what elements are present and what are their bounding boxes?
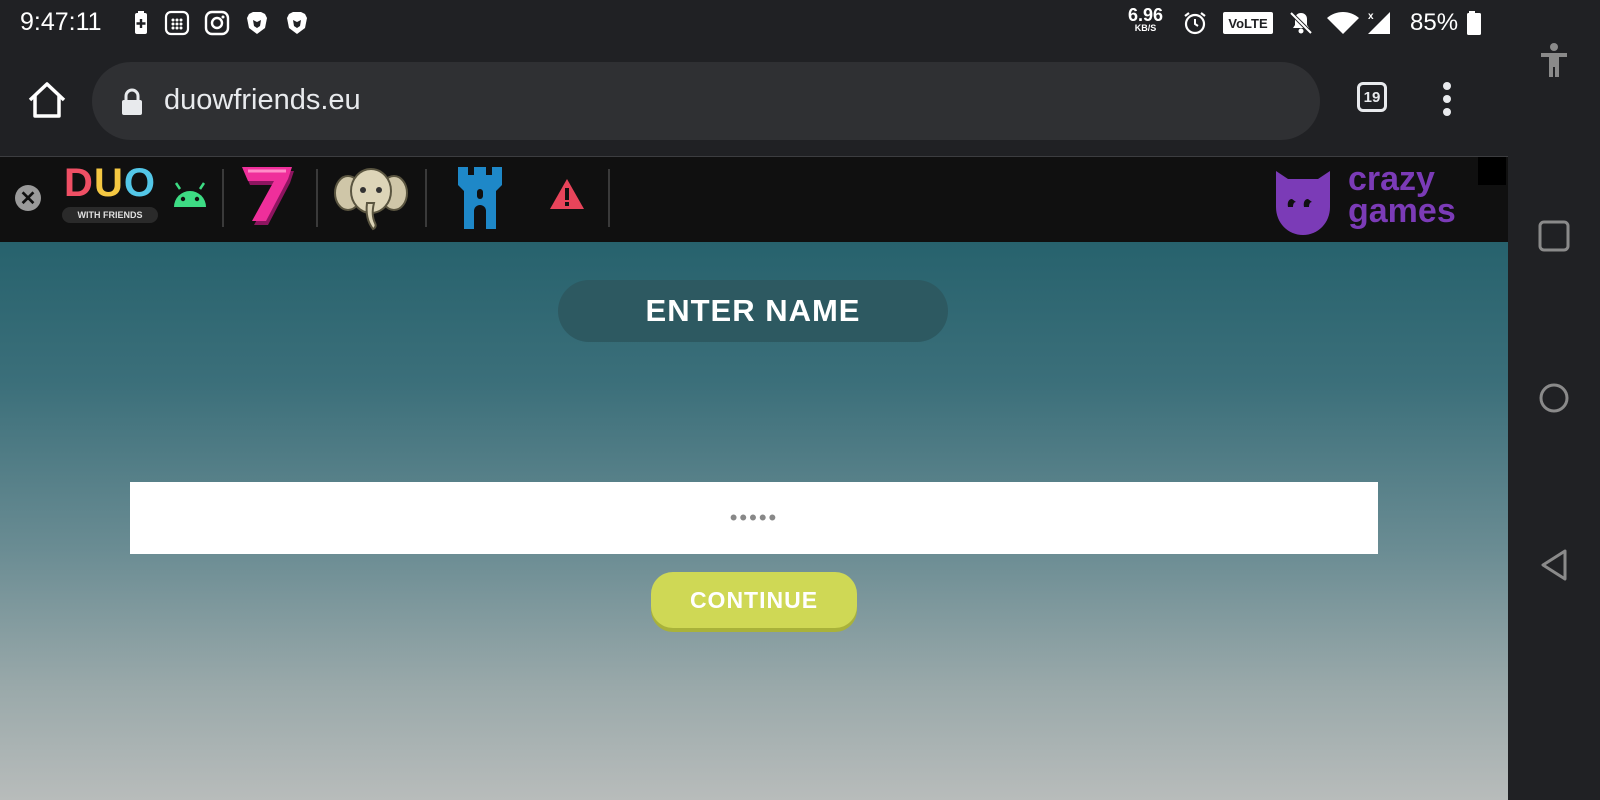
signal-icon: x xyxy=(1368,11,1390,34)
crazy-games-logo[interactable]: crazy games xyxy=(1270,160,1480,237)
volte-icon: VoLTE xyxy=(1223,12,1273,34)
crazy-games-wordmark: crazy games xyxy=(1348,160,1456,230)
warning-icon[interactable] xyxy=(548,177,586,211)
close-nav-icon[interactable]: ✕ xyxy=(15,185,41,211)
crazy-games-mascot-icon xyxy=(1276,171,1330,235)
nav-separator xyxy=(608,169,610,227)
home-icon[interactable] xyxy=(24,78,70,124)
battery-saver-icon xyxy=(135,11,147,34)
nav-separator xyxy=(316,169,318,227)
recent-apps-icon[interactable] xyxy=(1538,220,1570,252)
address-bar[interactable]: duowfriends.eu xyxy=(92,62,1320,140)
instagram-icon xyxy=(204,10,230,36)
logo-letter-u: U xyxy=(93,161,124,205)
browser-toolbar: duowfriends.eu 19 xyxy=(0,48,1508,158)
logo-subtitle: WITH FRIENDS xyxy=(62,207,158,223)
android-icon[interactable] xyxy=(170,179,210,211)
logo-letter-d: D xyxy=(64,161,94,205)
game-canvas: ENTER NAME CONTINUE xyxy=(0,242,1508,800)
calculator-icon xyxy=(164,10,190,36)
nav-separator xyxy=(222,169,224,227)
slot-seven-icon[interactable] xyxy=(240,165,298,229)
name-input[interactable] xyxy=(130,482,1378,554)
castle-tower-icon[interactable] xyxy=(454,165,506,231)
accessibility-icon[interactable] xyxy=(1538,42,1570,78)
battery-icon xyxy=(1467,11,1481,35)
back-icon[interactable] xyxy=(1538,548,1570,582)
network-speed: 6.96 KB/S xyxy=(1128,5,1164,33)
home-nav-icon[interactable] xyxy=(1538,382,1570,414)
brave-icon xyxy=(247,12,267,34)
wifi-icon xyxy=(1327,12,1359,34)
corner-block xyxy=(1478,157,1506,185)
logo-letter-o: O xyxy=(123,161,156,205)
android-navigation-bar xyxy=(1508,0,1600,800)
svg-text:x: x xyxy=(1368,11,1374,22)
url-text[interactable]: duowfriends.eu xyxy=(164,84,361,117)
elephant-icon[interactable] xyxy=(334,163,408,233)
lock-icon xyxy=(122,88,142,115)
battery-percent: 85% xyxy=(1410,9,1459,36)
duo-with-friends-logo[interactable]: DUO WITH FRIENDS xyxy=(60,163,160,227)
site-navigation-bar: ✕ DUO WITH FRIENDS crazy games xyxy=(0,157,1508,242)
status-bar: 9:47:11 6.96 KB/S VoLTE x 85% xyxy=(0,0,1508,48)
brave-icon xyxy=(287,12,307,34)
tab-switcher-button[interactable]: 19 xyxy=(1357,82,1387,112)
continue-button[interactable]: CONTINUE xyxy=(651,572,857,628)
nav-separator xyxy=(425,169,427,227)
alarm-icon xyxy=(1184,12,1206,35)
mute-icon xyxy=(1289,11,1313,35)
more-menu-icon[interactable] xyxy=(1440,82,1454,122)
status-time: 9:47:11 xyxy=(20,8,102,36)
page-title: ENTER NAME xyxy=(558,280,948,342)
